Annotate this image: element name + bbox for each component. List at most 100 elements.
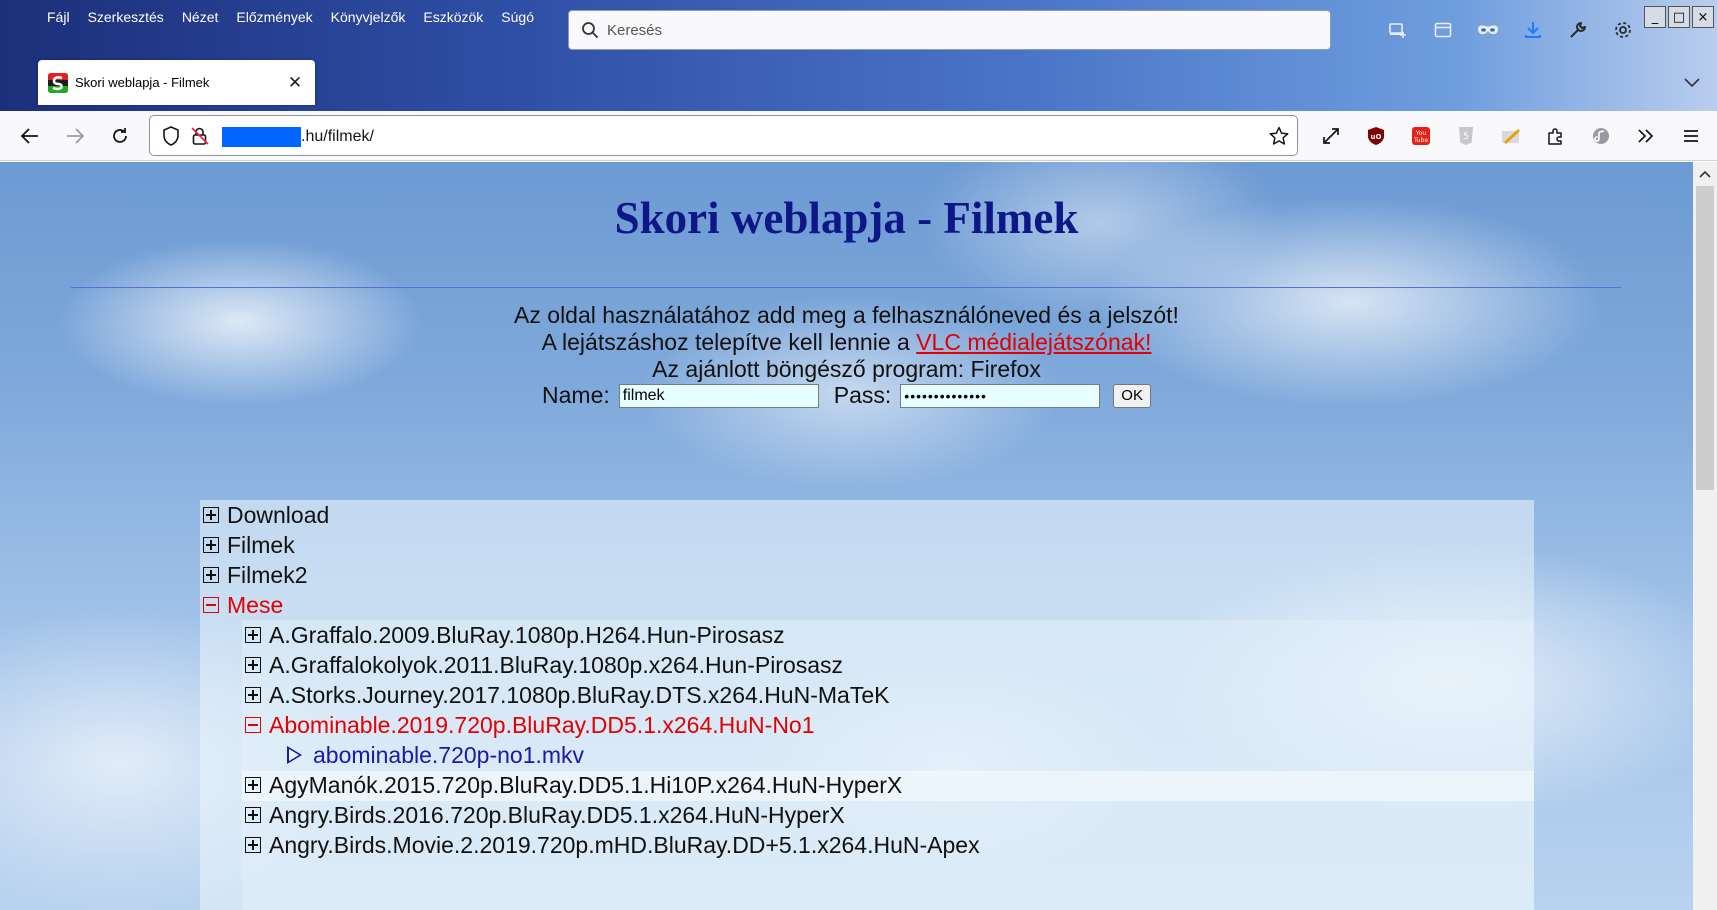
expand-plus-icon[interactable]: [245, 627, 261, 643]
chevron-down-icon[interactable]: [1678, 70, 1706, 96]
wrench-icon[interactable]: [1555, 14, 1600, 46]
window-titlebar: Fájl Szerkesztés Nézet Előzmények Könyvj…: [0, 0, 1717, 111]
menu-view[interactable]: Nézet: [173, 8, 228, 26]
expand-plus-icon[interactable]: [245, 657, 261, 673]
ok-button[interactable]: OK: [1113, 383, 1151, 408]
insecure-lock-icon[interactable]: [190, 126, 210, 151]
downloads-icon[interactable]: [1510, 14, 1555, 46]
tree-folder-label[interactable]: Filmek: [227, 532, 295, 559]
tree-folder-filmek[interactable]: Filmek: [203, 530, 295, 560]
menu-help[interactable]: Súgó: [492, 8, 543, 26]
tree-folder-label[interactable]: Filmek2: [227, 562, 308, 589]
window-controls: _ □ ×: [1644, 6, 1714, 28]
menu-edit[interactable]: Szerkesztés: [79, 8, 173, 26]
svg-text:uO: uO: [1370, 133, 1381, 141]
search-icon: [579, 19, 601, 41]
tree-item-abominable[interactable]: Abominable.2019.720p.BluRay.DD5.1.x264.H…: [245, 710, 815, 740]
file-tree: Download Filmek Filmek2 Mese A.Graffalo.…: [200, 500, 1534, 910]
svg-text:5: 5: [1463, 132, 1469, 142]
tree-folder-mese[interactable]: Mese: [203, 590, 283, 620]
expand-plus-icon[interactable]: [245, 687, 261, 703]
close-window-button[interactable]: ×: [1692, 6, 1714, 28]
overflow-chevrons-icon[interactable]: [1623, 119, 1668, 153]
expand-plus-icon[interactable]: [203, 507, 219, 523]
vlc-link[interactable]: VLC médialejátszónak!: [916, 329, 1151, 355]
back-arrow-icon[interactable]: [13, 119, 47, 153]
tree-item-graffalo[interactable]: A.Graffalo.2009.BluRay.1080p.H264.Hun-Pi…: [245, 620, 785, 650]
menu-history[interactable]: Előzmények: [227, 8, 321, 26]
menu-file[interactable]: Fájl: [38, 8, 79, 26]
settings-gear-icon[interactable]: [1600, 14, 1645, 46]
name-label: Name:: [542, 382, 610, 408]
expand-plus-icon[interactable]: [245, 777, 261, 793]
menu-bookmarks[interactable]: Könyvjelzők: [322, 8, 415, 26]
bookmark-star-icon[interactable]: [1269, 126, 1289, 151]
ublock-origin-icon[interactable]: uO: [1353, 119, 1398, 153]
page-content: Skori weblapja - Filmek Az oldal használ…: [0, 162, 1693, 910]
html5-extension-icon[interactable]: 5: [1443, 119, 1488, 153]
media-extension-icon[interactable]: [1578, 119, 1623, 153]
tree-item-agymanok[interactable]: AgyManók.2015.720p.BluRay.DD5.1.Hi10P.x2…: [245, 770, 902, 800]
new-private-window-icon[interactable]: [1375, 14, 1420, 46]
scrollbar-thumb[interactable]: [1696, 186, 1714, 490]
stylus-extension-icon[interactable]: [1488, 119, 1533, 153]
tree-folder-filmek2[interactable]: Filmek2: [203, 560, 308, 590]
tree-item-label[interactable]: AgyManók.2015.720p.BluRay.DD5.1.Hi10P.x2…: [269, 772, 902, 799]
tree-item-label[interactable]: A.Graffalokolyok.2011.BluRay.1080p.x264.…: [269, 652, 843, 679]
svg-text:Tube: Tube: [1412, 137, 1427, 144]
tree-file-abominable-mkv[interactable]: abominable.720p-no1.mkv: [287, 740, 584, 770]
title-divider: [71, 287, 1621, 288]
tree-item-label[interactable]: A.Storks.Journey.2017.1080p.BluRay.DTS.x…: [269, 682, 889, 709]
tree-item-label[interactable]: Abominable.2019.720p.BluRay.DD5.1.x264.H…: [269, 712, 815, 739]
tree-folder-label[interactable]: Download: [227, 502, 329, 529]
reload-icon[interactable]: [103, 119, 137, 153]
intro-line-3: Az ajánlott böngésző program: Firefox: [652, 356, 1041, 382]
tree-folder-download[interactable]: Download: [203, 500, 329, 530]
play-icon[interactable]: [287, 746, 302, 764]
scroll-up-arrow-icon[interactable]: [1693, 162, 1717, 186]
close-tab-icon[interactable]: ✕: [283, 71, 307, 95]
hamburger-menu-icon[interactable]: [1668, 119, 1713, 153]
tree-item-graffalokolyok[interactable]: A.Graffalokolyok.2011.BluRay.1080p.x264.…: [245, 650, 843, 680]
search-input[interactable]: [607, 21, 1307, 39]
password-field[interactable]: [900, 383, 1101, 408]
search-bar[interactable]: [568, 10, 1331, 50]
fullscreen-arrows-icon[interactable]: [1308, 119, 1353, 153]
name-field[interactable]: [618, 383, 819, 408]
shield-icon[interactable]: [162, 126, 180, 151]
minimize-button[interactable]: _: [1644, 6, 1666, 28]
collapse-minus-icon[interactable]: [203, 597, 219, 613]
intro-line-2: A lejátszáshoz telepítve kell lennie a V…: [0, 329, 1693, 356]
sidebar-icon[interactable]: [1420, 14, 1465, 46]
tree-item-angry-birds[interactable]: Angry.Birds.2016.720p.BluRay.DD5.1.x264.…: [245, 800, 845, 830]
expand-plus-icon[interactable]: [203, 567, 219, 583]
expand-plus-icon[interactable]: [245, 807, 261, 823]
login-form: Name: Pass: OK: [0, 382, 1693, 409]
collapse-minus-icon[interactable]: [245, 717, 261, 733]
tree-folder-label[interactable]: Mese: [227, 592, 283, 619]
page-title: Skori weblapja - Filmek: [614, 193, 1079, 243]
expand-plus-icon[interactable]: [203, 537, 219, 553]
private-browsing-icon[interactable]: [1465, 14, 1510, 46]
svg-text:You: You: [1414, 130, 1426, 137]
extensions-toolbar: uO You Tube 5: [1308, 119, 1713, 153]
tree-item-label[interactable]: Angry.Birds.Movie.2.2019.720p.mHD.BluRay…: [269, 832, 980, 859]
tree-item-angry-birds-movie-2[interactable]: Angry.Birds.Movie.2.2019.720p.mHD.BluRay…: [245, 830, 980, 860]
tree-file-label[interactable]: abominable.720p-no1.mkv: [313, 742, 584, 769]
site-favicon: [48, 72, 68, 93]
tab-title: Skori weblapja - Filmek: [75, 75, 210, 90]
puzzle-extensions-icon[interactable]: [1533, 119, 1578, 153]
tree-item-label[interactable]: A.Graffalo.2009.BluRay.1080p.H264.Hun-Pi…: [269, 622, 785, 649]
expand-plus-icon[interactable]: [245, 837, 261, 853]
tab-skori-filmek[interactable]: Skori weblapja - Filmek ✕: [38, 60, 315, 105]
maximize-button[interactable]: □: [1668, 6, 1690, 28]
menu-tools[interactable]: Eszközök: [414, 8, 492, 26]
youtube-extension-icon[interactable]: You Tube: [1398, 119, 1443, 153]
vertical-scrollbar[interactable]: [1693, 162, 1717, 910]
intro-line-2-prefix: A lejátszáshoz telepítve kell lennie a: [541, 329, 910, 355]
tree-item-storks-journey[interactable]: A.Storks.Journey.2017.1080p.BluRay.DTS.x…: [245, 680, 889, 710]
top-toolbar: [1375, 14, 1645, 46]
url-bar[interactable]: .hu/filmek/: [149, 115, 1298, 156]
forward-arrow-icon[interactable]: [58, 119, 92, 153]
tree-item-label[interactable]: Angry.Birds.2016.720p.BluRay.DD5.1.x264.…: [269, 802, 845, 829]
